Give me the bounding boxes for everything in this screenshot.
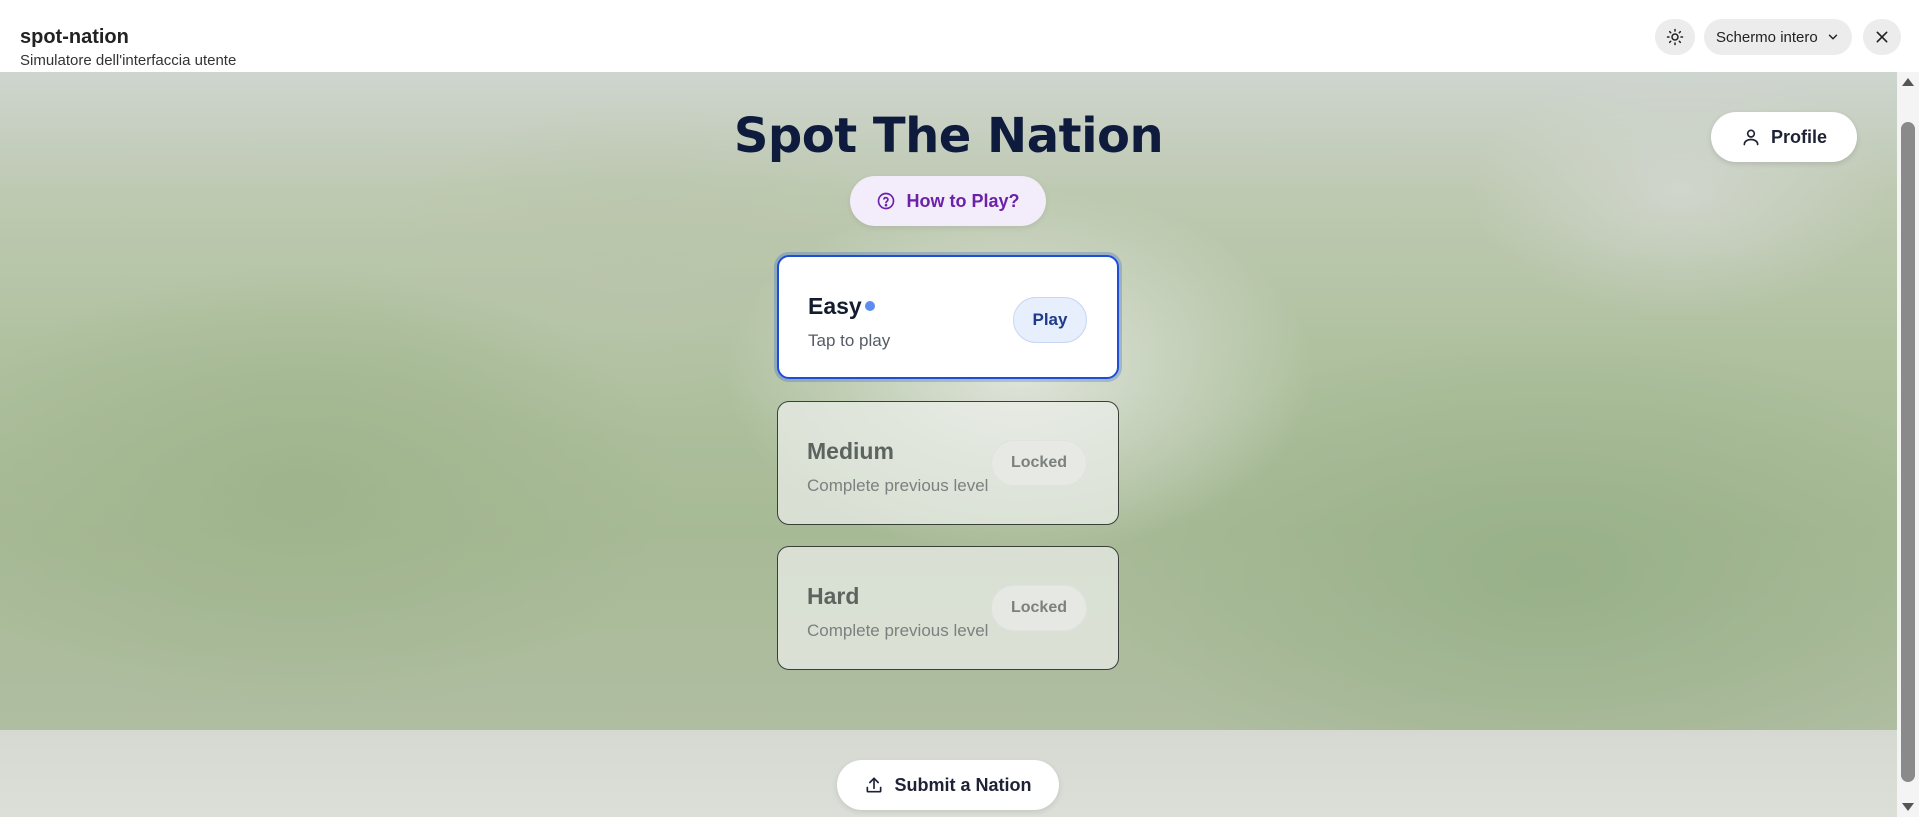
app-title: spot-nation — [20, 26, 129, 48]
how-to-play-button[interactable]: How to Play? — [850, 176, 1046, 226]
profile-button[interactable]: Profile — [1711, 112, 1857, 162]
vertical-scrollbar[interactable] — [1897, 72, 1919, 817]
game-viewport: Spot The Nation How to Play? Profile Eas… — [0, 72, 1897, 817]
chevron-down-icon — [1828, 34, 1837, 40]
app-subtitle: Simulatore dell'interfaccia utente — [20, 52, 237, 69]
how-to-play-label: How to Play? — [906, 190, 1020, 211]
level-name: Medium — [807, 438, 894, 464]
level-subtitle: Tap to play — [808, 331, 891, 350]
upload-icon — [866, 777, 882, 793]
fullscreen-label: Schermo intero — [1716, 28, 1818, 46]
level-subtitle: Complete previous level — [807, 621, 989, 640]
level-card-easy[interactable]: Easy Tap to play Play — [777, 255, 1119, 379]
locked-badge: Locked — [991, 585, 1087, 631]
fullscreen-dropdown[interactable]: Schermo intero — [1704, 19, 1852, 55]
level-name: Easy — [808, 293, 862, 319]
scroll-down-arrow-icon[interactable] — [1902, 803, 1914, 811]
theme-toggle-button[interactable] — [1655, 19, 1695, 55]
game-title: Spot The Nation — [733, 108, 1164, 164]
sun-icon — [1666, 28, 1684, 46]
play-button[interactable]: Play — [1013, 297, 1087, 343]
close-button[interactable] — [1863, 19, 1901, 55]
level-subtitle: Complete previous level — [807, 476, 989, 495]
scroll-up-arrow-icon[interactable] — [1902, 78, 1914, 86]
submit-nation-button[interactable]: Submit a Nation — [837, 760, 1059, 810]
question-circle-icon — [878, 192, 895, 210]
level-card-hard: Hard Complete previous level Locked — [777, 546, 1119, 670]
active-indicator-dot — [865, 301, 875, 311]
level-card-medium: Medium Complete previous level Locked — [777, 401, 1119, 525]
scrollbar-thumb[interactable] — [1901, 122, 1915, 782]
level-name: Hard — [807, 583, 860, 609]
profile-label: Profile — [1770, 126, 1827, 147]
user-icon — [1743, 129, 1759, 146]
submit-nation-label: Submit a Nation — [894, 774, 1032, 795]
close-icon — [1876, 31, 1888, 43]
locked-badge: Locked — [991, 440, 1087, 486]
app-header: spot-nation Simulatore dell'interfaccia … — [0, 0, 1919, 72]
